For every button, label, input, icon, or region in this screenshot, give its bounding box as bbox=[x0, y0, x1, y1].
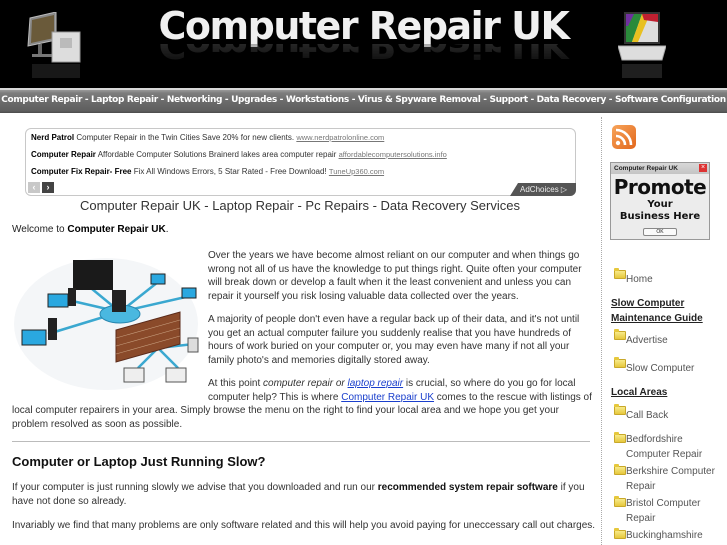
nav-link-workstations[interactable]: Workstations bbox=[286, 95, 349, 105]
laptop-icon bbox=[618, 12, 666, 78]
promo-headline: Promote bbox=[613, 175, 707, 199]
nav-link-data-recovery[interactable]: Data Recovery bbox=[537, 95, 607, 105]
ad-text: Computer Repair in the Twin Cities Save … bbox=[76, 133, 295, 142]
adchoices-button[interactable]: AdChoices ▷ bbox=[510, 183, 576, 196]
text: If your computer is just running slowly … bbox=[12, 482, 378, 493]
close-icon: × bbox=[699, 164, 707, 172]
folder-icon bbox=[614, 329, 626, 340]
sidebar-item-buckinghamshire[interactable]: Buckinghamshire bbox=[626, 528, 726, 543]
ad-prev-button[interactable]: ‹ bbox=[28, 182, 40, 193]
italic-text: computer repair or bbox=[263, 378, 348, 389]
rss-feed-icon[interactable] bbox=[612, 125, 636, 149]
sidebar-item-berkshire[interactable]: Berkshire Computer Repair bbox=[626, 464, 726, 494]
sidebar-item-advertise[interactable]: Advertise bbox=[626, 333, 726, 348]
welcome-prefix: Welcome to bbox=[12, 224, 68, 235]
folder-icon bbox=[614, 528, 626, 539]
slow-computer-paragraph: If your computer is just running slowly … bbox=[12, 481, 597, 508]
ad-text: Affordable Computer Solutions Brainerd l… bbox=[97, 150, 337, 159]
ad-row[interactable]: Computer Repair Affordable Computer Solu… bbox=[31, 150, 447, 159]
folder-icon bbox=[614, 496, 626, 507]
ad-title[interactable]: Computer Fix Repair- Free bbox=[31, 167, 131, 176]
sidebar-heading-maintenance-guide[interactable]: Slow Computer Maintenance Guide bbox=[611, 296, 711, 326]
nav-separator: - bbox=[527, 95, 537, 105]
recommended-software-text: recommended system repair software bbox=[377, 482, 558, 493]
nav-link-support[interactable]: Support bbox=[489, 95, 528, 105]
sidebar-item-home[interactable]: Home bbox=[626, 272, 726, 287]
promo-line: Business Here bbox=[619, 211, 701, 222]
promo-window-title: Computer Repair UK bbox=[611, 163, 709, 174]
ad-next-button[interactable]: › bbox=[42, 182, 54, 193]
nav-separator: - bbox=[157, 95, 167, 105]
intro-paragraph: Over the years we have become almost rel… bbox=[208, 250, 582, 302]
nav-separator: - bbox=[348, 95, 358, 105]
ad-pager: ‹ › bbox=[28, 182, 54, 193]
sidebar-item-bedfordshire[interactable]: Bedfordshire Computer Repair bbox=[626, 432, 726, 462]
text: At this point bbox=[208, 378, 264, 389]
welcome-site-name: Computer Repair UK bbox=[67, 224, 166, 235]
text: comes to the rescue with listings of bbox=[434, 391, 592, 403]
ad-url[interactable]: affordablecomputersolutions.info bbox=[339, 150, 447, 159]
repair-paragraph-continued: local computer repairers in your area. S… bbox=[12, 405, 559, 430]
welcome-text: Welcome to Computer Repair UK. bbox=[12, 224, 169, 235]
nav-link-software-configuration[interactable]: Software Configuration bbox=[615, 95, 726, 105]
folder-icon bbox=[614, 464, 626, 475]
section-divider bbox=[12, 441, 590, 442]
computer-repair-uk-link[interactable]: Computer Repair UK bbox=[341, 392, 434, 403]
main-nav: Computer Repair - Laptop Repair - Networ… bbox=[0, 88, 727, 113]
page-tagline: Computer Repair UK - Laptop Repair - Pc … bbox=[79, 198, 520, 213]
promote-business-banner[interactable]: Computer Repair UK × Promote Your Busine… bbox=[610, 162, 710, 240]
laptop-repair-link[interactable]: laptop repair bbox=[348, 378, 404, 389]
nav-separator: - bbox=[82, 95, 92, 105]
sidebar-item-bristol[interactable]: Bristol Computer Repair bbox=[626, 496, 726, 526]
nav-separator: - bbox=[222, 95, 232, 105]
section-heading: Computer or Laptop Just Running Slow? bbox=[12, 454, 266, 469]
folder-icon bbox=[614, 432, 626, 443]
promo-subline: Your Business Here bbox=[611, 199, 709, 223]
ad-url[interactable]: TuneUp360.com bbox=[329, 167, 384, 176]
repair-paragraph: At this point computer repair or laptop … bbox=[208, 377, 593, 404]
nav-link-computer-repair[interactable]: Computer Repair bbox=[1, 95, 82, 105]
folder-icon bbox=[614, 404, 626, 415]
nav-links: Computer Repair - Laptop Repair - Networ… bbox=[0, 95, 727, 105]
software-paragraph: Invariably we find that many problems ar… bbox=[12, 520, 596, 531]
nav-link-laptop-repair[interactable]: Laptop Repair bbox=[91, 95, 158, 105]
network-diagram-image bbox=[14, 258, 199, 390]
nav-link-virus-spyware-removal[interactable]: Virus & Spyware Removal bbox=[358, 95, 481, 105]
welcome-suffix: . bbox=[165, 224, 169, 235]
promo-ok-button: OK bbox=[643, 228, 677, 236]
sidebar-heading-local-areas[interactable]: Local Areas bbox=[611, 385, 667, 400]
folder-icon bbox=[614, 268, 626, 279]
nav-separator: - bbox=[606, 95, 615, 105]
ad-row[interactable]: Computer Fix Repair- Free Fix All Window… bbox=[31, 167, 384, 176]
sidebar-item-slow-computer[interactable]: Slow Computer bbox=[626, 361, 726, 376]
nav-link-networking[interactable]: Networking bbox=[167, 95, 223, 105]
ad-text: Fix All Windows Errors, 5 Star Rated - F… bbox=[133, 167, 327, 176]
ad-unit: Nerd Patrol Computer Repair in the Twin … bbox=[25, 128, 576, 196]
backup-paragraph: A majority of people don't even have a r… bbox=[208, 314, 580, 366]
header-banner: Computer Repair UK Computer Repair UK bbox=[0, 0, 727, 88]
nav-link-upgrades[interactable]: Upgrades bbox=[231, 95, 277, 105]
nav-separator: - bbox=[276, 95, 286, 105]
sidebar-item-call-back[interactable]: Call Back bbox=[626, 408, 726, 423]
ad-title[interactable]: Nerd Patrol bbox=[31, 133, 74, 142]
column-divider bbox=[601, 117, 602, 545]
promo-line: Your bbox=[647, 199, 673, 210]
folder-icon bbox=[614, 357, 626, 368]
ad-url[interactable]: www.nerdpatrolonline.com bbox=[296, 133, 384, 142]
ad-title[interactable]: Computer Repair bbox=[31, 150, 96, 159]
ad-row[interactable]: Nerd Patrol Computer Repair in the Twin … bbox=[31, 133, 384, 142]
